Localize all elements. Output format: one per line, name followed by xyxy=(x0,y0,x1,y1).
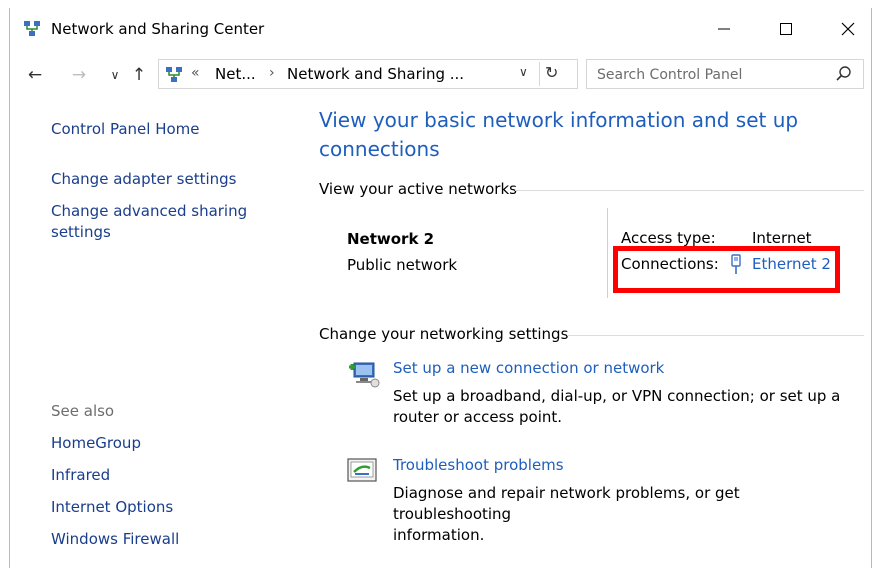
close-icon xyxy=(841,22,855,36)
access-type-label: Access type: xyxy=(621,229,716,247)
page-title-line2: connections xyxy=(319,137,440,161)
title-bar: Network and Sharing Center xyxy=(10,8,871,50)
control-panel-home-link[interactable]: Control Panel Home xyxy=(51,119,200,140)
maximize-icon xyxy=(780,23,792,35)
setup-connection-description-line2: router or access point. xyxy=(393,408,563,426)
troubleshoot-icon xyxy=(347,458,377,482)
change-advanced-sharing-link-line2[interactable]: settings xyxy=(51,222,111,243)
troubleshoot-description: Diagnose and repair network problems, or… xyxy=(393,483,853,546)
up-button[interactable]: ↑ xyxy=(128,64,150,86)
close-button[interactable] xyxy=(825,14,871,44)
breadcrumb-overflow[interactable]: « xyxy=(191,65,200,81)
network-divider xyxy=(607,208,608,298)
network-center-icon xyxy=(24,21,40,36)
change-advanced-sharing-link[interactable]: Change advanced sharing xyxy=(51,201,247,222)
change-adapter-settings-link[interactable]: Change adapter settings xyxy=(51,169,237,190)
active-networks-heading: View your active networks xyxy=(319,180,517,198)
maximize-button[interactable] xyxy=(763,14,809,44)
breadcrumb-network-sharing[interactable]: Network and Sharing ... xyxy=(287,65,464,83)
navigation-bar: ← → ∨ ↑ « Net... › Network and Sharing .… xyxy=(10,56,871,92)
minimize-icon xyxy=(718,28,730,30)
setup-connection-link[interactable]: Set up a new connection or network xyxy=(393,359,664,377)
windows-firewall-link[interactable]: Windows Firewall xyxy=(51,529,179,550)
forward-button[interactable]: → xyxy=(68,64,90,86)
internet-options-link[interactable]: Internet Options xyxy=(51,497,173,518)
troubleshoot-description-line2: information. xyxy=(393,526,485,544)
search-box[interactable] xyxy=(586,59,864,89)
minimize-button[interactable] xyxy=(701,14,747,44)
homegroup-link[interactable]: HomeGroup xyxy=(51,433,141,454)
network-name: Network 2 xyxy=(347,230,435,248)
back-button[interactable]: ← xyxy=(24,64,46,86)
network-sharing-window: Network and Sharing Center ← → ∨ ↑ « Net… xyxy=(9,8,872,568)
refresh-button[interactable]: ↻ xyxy=(545,63,558,82)
address-divider xyxy=(539,62,540,86)
see-also-heading: See also xyxy=(51,402,115,420)
connections-highlight xyxy=(613,246,840,293)
troubleshoot-link[interactable]: Troubleshoot problems xyxy=(393,456,564,474)
window-title: Network and Sharing Center xyxy=(51,20,265,38)
address-dropdown-button[interactable]: ∨ xyxy=(519,65,528,79)
search-input[interactable] xyxy=(595,64,829,86)
recent-locations-button[interactable]: ∨ xyxy=(104,64,126,86)
new-connection-icon xyxy=(349,362,380,388)
networking-settings-divider xyxy=(567,335,864,336)
breadcrumb-separator[interactable]: › xyxy=(269,65,275,81)
breadcrumb-network-internet[interactable]: Net... xyxy=(215,65,256,83)
access-type-value: Internet xyxy=(752,229,812,247)
network-center-icon xyxy=(166,67,182,82)
active-networks-divider xyxy=(515,190,864,191)
page-title-line1: View your basic network information and … xyxy=(319,108,799,132)
page-title: View your basic network information and … xyxy=(319,106,819,164)
troubleshoot-description-line1: Diagnose and repair network problems, or… xyxy=(393,484,740,523)
infrared-link[interactable]: Infrared xyxy=(51,465,110,486)
network-category: Public network xyxy=(347,256,458,274)
address-bar[interactable]: « Net... › Network and Sharing ... ∨ ↻ xyxy=(158,59,578,89)
networking-settings-heading: Change your networking settings xyxy=(319,325,569,343)
setup-connection-description: Set up a broadband, dial-up, or VPN conn… xyxy=(393,386,853,428)
search-icon[interactable] xyxy=(835,65,853,83)
setup-connection-description-line1: Set up a broadband, dial-up, or VPN conn… xyxy=(393,387,841,405)
